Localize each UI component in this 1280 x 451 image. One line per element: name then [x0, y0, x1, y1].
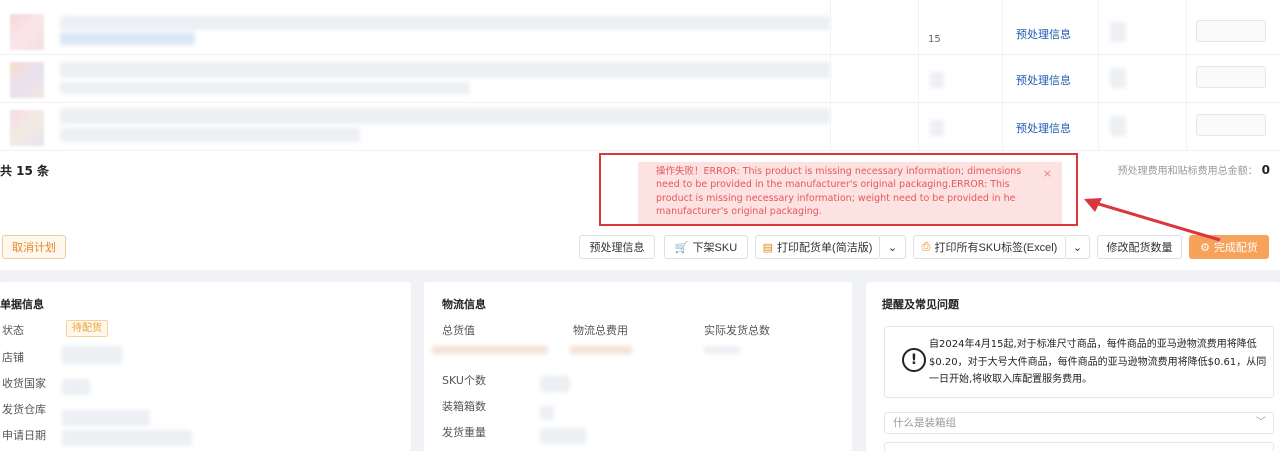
header-logistics-fee: 物流总费用	[573, 324, 628, 337]
blurred-cell	[1110, 22, 1126, 42]
logistics-title: 物流信息	[442, 298, 486, 311]
cancel-plan-button[interactable]: 取消计划	[2, 235, 66, 259]
delist-sku-label: 下架SKU	[692, 242, 738, 254]
faq-item[interactable]	[884, 442, 1274, 451]
print-packing-list-dropdown[interactable]: ⌄	[880, 235, 906, 259]
field-label-weight: 发货重量	[442, 426, 486, 439]
product-thumbnail	[10, 14, 44, 50]
notice-card: ! 自2024年4月15起,对于标准尺寸商品，每件商品的亚马逊物流费用将降低$0…	[884, 326, 1274, 398]
header-actual-ship-count: 实际发货总数	[704, 324, 770, 337]
field-label-box-count: 装箱箱数	[442, 400, 486, 413]
header-total-value: 总货值	[442, 324, 475, 337]
blurred-value	[540, 376, 570, 392]
tips-title: 提醒及常见问题	[882, 298, 959, 311]
quantity-input[interactable]	[1196, 114, 1266, 136]
preprocess-info-link[interactable]: 预处理信息	[1016, 26, 1071, 42]
printer-icon: ⎙	[921, 240, 931, 253]
blurred-value	[540, 428, 586, 444]
blurred-value	[570, 346, 632, 354]
blurred-value	[62, 346, 122, 364]
product-thumbnail	[10, 62, 44, 98]
preprocess-info-link[interactable]: 预处理信息	[1016, 120, 1071, 136]
blurred-product-subtitle	[60, 82, 470, 94]
faq-question: 什么是装箱组	[893, 417, 956, 429]
preprocess-info-button[interactable]: 预处理信息	[579, 235, 655, 259]
row-count: 15	[928, 34, 941, 45]
blurred-cell	[1110, 68, 1126, 88]
chevron-down-icon: ⌄	[887, 241, 898, 254]
table-row: 15 预处理信息	[0, 8, 1280, 55]
print-packing-list-label: 打印配货单(简洁版)	[777, 242, 873, 254]
quantity-input[interactable]	[1196, 20, 1266, 42]
blurred-cell	[930, 72, 944, 88]
annotation-arrow-icon	[1084, 198, 1221, 242]
doc-info-panel: 单据信息 状态 待配货 店铺 收货国家 发货仓库 申请日期	[0, 282, 411, 451]
cart-icon: 🛒	[674, 241, 689, 254]
error-highlight-box	[599, 153, 1078, 226]
fee-total-value: 0	[1261, 163, 1270, 177]
field-label-sku-count: SKU个数	[442, 374, 486, 387]
blurred-product-sku	[60, 32, 195, 45]
field-label-country: 收货国家	[2, 377, 46, 390]
print-all-sku-labels-label: 打印所有SKU标签(Excel)	[934, 242, 1058, 254]
blurred-value	[62, 430, 192, 446]
table-row: 预处理信息	[0, 104, 1280, 151]
table-row: 预处理信息	[0, 56, 1280, 103]
blurred-value	[704, 346, 740, 354]
faq-item[interactable]: 什么是装箱组 ﹀	[884, 412, 1274, 434]
notice-text: 自2024年4月15起,对于标准尺寸商品，每件商品的亚马逊物流费用将降低$0.2…	[929, 339, 1267, 385]
blurred-cell	[930, 120, 944, 136]
document-icon: ▤	[762, 241, 774, 254]
field-label-warehouse: 发货仓库	[2, 403, 46, 416]
blurred-value	[62, 410, 150, 426]
field-label-store: 店铺	[2, 351, 24, 364]
product-thumbnail	[10, 110, 44, 146]
tips-panel: 提醒及常见问题 ! 自2024年4月15起,对于标准尺寸商品，每件商品的亚马逊物…	[866, 282, 1280, 451]
print-all-sku-labels-button[interactable]: ⎙ 打印所有SKU标签(Excel)	[913, 235, 1066, 259]
blurred-value	[540, 406, 554, 420]
field-label-status: 状态	[2, 324, 24, 337]
total-count: 共 15 条	[0, 164, 50, 178]
blurred-value	[62, 379, 90, 395]
blurred-product-title	[60, 62, 830, 78]
preprocess-info-link[interactable]: 预处理信息	[1016, 72, 1071, 88]
fee-total-label: 预处理费用和贴标费用总金额：	[1117, 166, 1258, 177]
quantity-input[interactable]	[1196, 66, 1266, 88]
print-packing-list-button[interactable]: ▤ 打印配货单(简洁版)	[755, 235, 880, 259]
doc-info-title: 单据信息	[0, 298, 44, 311]
blurred-cell	[1110, 116, 1126, 136]
logistics-panel: 物流信息 总货值 物流总费用 实际发货总数 SKU个数 装箱箱数 发货重量	[424, 282, 852, 451]
field-label-date: 申请日期	[2, 429, 46, 442]
exclamation-icon: !	[902, 348, 926, 372]
blurred-product-subtitle	[60, 128, 360, 142]
blurred-product-title	[60, 16, 830, 30]
blurred-value	[432, 346, 548, 354]
fee-total: 预处理费用和贴标费用总金额： 0	[1118, 162, 1270, 177]
blurred-product-title	[60, 108, 830, 124]
delist-sku-button[interactable]: 🛒 下架SKU	[664, 235, 748, 259]
status-badge: 待配货	[66, 320, 108, 337]
chevron-down-icon: ﹀	[1256, 417, 1266, 428]
